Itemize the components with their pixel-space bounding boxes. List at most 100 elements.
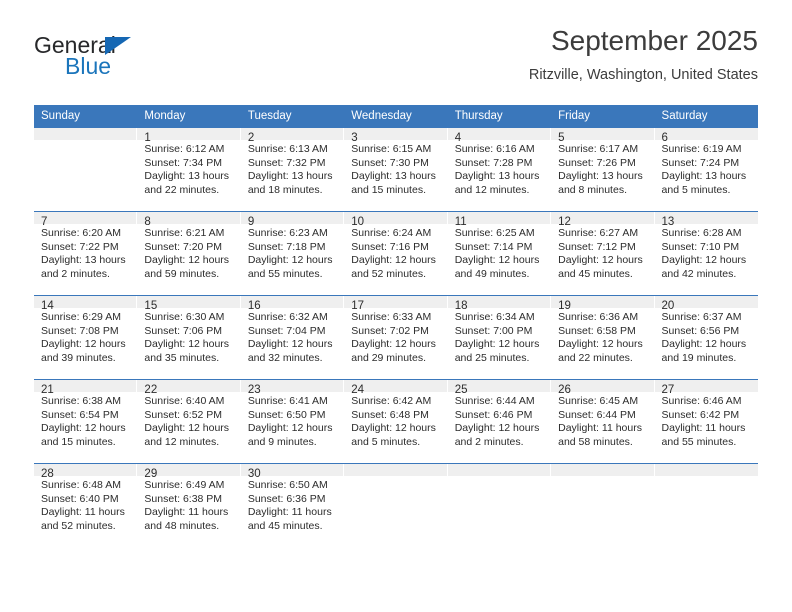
day-cell[interactable]	[551, 463, 655, 547]
daylight-text-line1: Daylight: 12 hours	[144, 338, 230, 351]
day-cell[interactable]: 2 Sunrise: 6:13 AM Sunset: 7:32 PM Dayli…	[240, 128, 345, 212]
day-cell[interactable]	[344, 463, 448, 547]
day-cell[interactable]: 18 Sunrise: 6:34 AM Sunset: 7:00 PM Dayl…	[447, 295, 552, 380]
day-details: Sunrise: 6:45 AM Sunset: 6:44 PM Dayligh…	[551, 392, 654, 449]
daylight-text-line1: Daylight: 13 hours	[661, 170, 747, 183]
page-subtitle: Ritzville, Washington, United States	[528, 67, 758, 83]
weekday-header-saturday: Saturday	[654, 105, 758, 128]
daylight-text-line1: Daylight: 11 hours	[41, 506, 125, 519]
sunrise-text: Sunrise: 6:13 AM	[247, 143, 328, 155]
day-number: 6	[654, 128, 758, 144]
sunrise-text: Sunrise: 6:33 AM	[351, 311, 432, 323]
calendar-body: 1 Sunrise: 6:12 AM Sunset: 7:34 PM Dayli…	[34, 128, 758, 547]
day-number: 10	[344, 212, 448, 228]
daylight-text-line2: and 58 minutes.	[558, 435, 633, 448]
sunset-text: Sunset: 6:36 PM	[247, 492, 326, 505]
daylight-text-line2: and 15 minutes.	[41, 435, 116, 448]
day-cell[interactable]: 14 Sunrise: 6:29 AM Sunset: 7:08 PM Dayl…	[34, 295, 138, 380]
day-number: 8	[137, 212, 241, 228]
daylight-text-line2: and 55 minutes.	[247, 267, 323, 280]
day-number: 29	[137, 464, 241, 480]
day-cell[interactable]: 29 Sunrise: 6:49 AM Sunset: 6:38 PM Dayl…	[137, 463, 241, 547]
sunset-text: Sunset: 7:14 PM	[454, 240, 533, 253]
day-cell[interactable]: 9 Sunrise: 6:23 AM Sunset: 7:18 PM Dayli…	[240, 211, 345, 296]
day-cell[interactable]: 20 Sunrise: 6:37 AM Sunset: 6:56 PM Dayl…	[654, 295, 758, 380]
day-number: 20	[654, 296, 758, 312]
day-cell[interactable]: 27 Sunrise: 6:46 AM Sunset: 6:42 PM Dayl…	[654, 379, 758, 464]
day-number	[551, 464, 655, 476]
day-cell[interactable]: 10 Sunrise: 6:24 AM Sunset: 7:16 PM Dayl…	[344, 211, 448, 296]
sunrise-text: Sunrise: 6:34 AM	[454, 311, 535, 323]
daylight-text-line2: and 25 minutes.	[454, 351, 530, 364]
day-cell[interactable]	[34, 128, 138, 212]
daylight-text-line2: and 32 minutes.	[247, 351, 323, 364]
day-details: Sunrise: 6:50 AM Sunset: 6:36 PM Dayligh…	[241, 476, 344, 533]
day-details: Sunrise: 6:19 AM Sunset: 7:24 PM Dayligh…	[655, 140, 758, 197]
sunset-text: Sunset: 6:56 PM	[661, 324, 740, 337]
calendar-page: General Blue September 2025 Ritzville, W…	[0, 0, 792, 612]
day-number: 19	[551, 296, 655, 312]
day-details: Sunrise: 6:15 AM Sunset: 7:30 PM Dayligh…	[344, 140, 447, 197]
daylight-text-line1: Daylight: 12 hours	[454, 254, 540, 267]
day-number: 7	[34, 212, 138, 228]
day-details: Sunrise: 6:33 AM Sunset: 7:02 PM Dayligh…	[344, 308, 447, 365]
day-cell[interactable]: 7 Sunrise: 6:20 AM Sunset: 7:22 PM Dayli…	[34, 211, 138, 296]
day-cell[interactable]: 16 Sunrise: 6:32 AM Sunset: 7:04 PM Dayl…	[240, 295, 345, 380]
daylight-text-line2: and 52 minutes.	[41, 519, 116, 532]
day-cell[interactable]: 6 Sunrise: 6:19 AM Sunset: 7:24 PM Dayli…	[654, 128, 758, 212]
day-details: Sunrise: 6:37 AM Sunset: 6:56 PM Dayligh…	[655, 308, 758, 365]
sunset-text: Sunset: 7:20 PM	[144, 240, 223, 253]
day-cell[interactable]: 24 Sunrise: 6:42 AM Sunset: 6:48 PM Dayl…	[344, 379, 448, 464]
day-cell[interactable]: 15 Sunrise: 6:30 AM Sunset: 7:06 PM Dayl…	[137, 295, 241, 380]
day-number: 28	[34, 464, 138, 480]
general-blue-logo: General Blue	[34, 32, 244, 88]
day-number: 13	[654, 212, 758, 228]
day-cell[interactable]: 12 Sunrise: 6:27 AM Sunset: 7:12 PM Dayl…	[551, 211, 655, 296]
day-cell[interactable]	[447, 463, 552, 547]
day-number: 15	[137, 296, 241, 312]
day-cell[interactable]: 23 Sunrise: 6:41 AM Sunset: 6:50 PM Dayl…	[240, 379, 345, 464]
day-number: 25	[447, 380, 552, 396]
sunrise-text: Sunrise: 6:12 AM	[144, 143, 225, 155]
day-number: 4	[447, 128, 552, 144]
sunset-text: Sunset: 7:06 PM	[144, 324, 223, 337]
day-cell[interactable]: 30 Sunrise: 6:50 AM Sunset: 6:36 PM Dayl…	[240, 463, 345, 547]
sunset-text: Sunset: 7:04 PM	[247, 324, 326, 337]
day-details	[34, 140, 137, 143]
day-cell[interactable]	[654, 463, 758, 547]
day-cell[interactable]: 26 Sunrise: 6:45 AM Sunset: 6:44 PM Dayl…	[551, 379, 655, 464]
sunset-text: Sunset: 7:00 PM	[454, 324, 533, 337]
day-cell[interactable]: 25 Sunrise: 6:44 AM Sunset: 6:46 PM Dayl…	[447, 379, 552, 464]
day-cell[interactable]: 22 Sunrise: 6:40 AM Sunset: 6:52 PM Dayl…	[137, 379, 241, 464]
day-number: 1	[137, 128, 241, 144]
sunrise-text: Sunrise: 6:46 AM	[661, 395, 742, 407]
weekday-header-friday: Friday	[551, 105, 655, 128]
day-cell[interactable]: 19 Sunrise: 6:36 AM Sunset: 6:58 PM Dayl…	[551, 295, 655, 380]
day-cell[interactable]: 28 Sunrise: 6:48 AM Sunset: 6:40 PM Dayl…	[34, 463, 138, 547]
daylight-text-line1: Daylight: 12 hours	[454, 338, 540, 351]
day-cell[interactable]: 17 Sunrise: 6:33 AM Sunset: 7:02 PM Dayl…	[344, 295, 448, 380]
sunset-text: Sunset: 6:58 PM	[558, 324, 636, 337]
day-cell[interactable]: 8 Sunrise: 6:21 AM Sunset: 7:20 PM Dayli…	[137, 211, 241, 296]
day-cell[interactable]: 13 Sunrise: 6:28 AM Sunset: 7:10 PM Dayl…	[654, 211, 758, 296]
day-cell[interactable]: 3 Sunrise: 6:15 AM Sunset: 7:30 PM Dayli…	[344, 128, 448, 212]
day-number: 16	[240, 296, 345, 312]
day-details: Sunrise: 6:24 AM Sunset: 7:16 PM Dayligh…	[344, 224, 447, 281]
day-number	[654, 464, 758, 476]
daylight-text-line2: and 42 minutes.	[661, 267, 737, 280]
day-number	[447, 464, 552, 476]
day-details: Sunrise: 6:44 AM Sunset: 6:46 PM Dayligh…	[448, 392, 551, 449]
day-cell[interactable]: 11 Sunrise: 6:25 AM Sunset: 7:14 PM Dayl…	[447, 211, 552, 296]
sunrise-text: Sunrise: 6:15 AM	[351, 143, 432, 155]
daylight-text-line2: and 52 minutes.	[351, 267, 426, 280]
day-details: Sunrise: 6:28 AM Sunset: 7:10 PM Dayligh…	[655, 224, 758, 281]
day-cell[interactable]: 5 Sunrise: 6:17 AM Sunset: 7:26 PM Dayli…	[551, 128, 655, 212]
day-details	[551, 476, 654, 479]
day-cell[interactable]: 1 Sunrise: 6:12 AM Sunset: 7:34 PM Dayli…	[137, 128, 241, 212]
day-details: Sunrise: 6:40 AM Sunset: 6:52 PM Dayligh…	[137, 392, 240, 449]
day-cell[interactable]: 21 Sunrise: 6:38 AM Sunset: 6:54 PM Dayl…	[34, 379, 138, 464]
day-cell[interactable]: 4 Sunrise: 6:16 AM Sunset: 7:28 PM Dayli…	[447, 128, 552, 212]
day-details: Sunrise: 6:17 AM Sunset: 7:26 PM Dayligh…	[551, 140, 654, 197]
daylight-text-line2: and 45 minutes.	[558, 267, 633, 280]
sunset-text: Sunset: 7:32 PM	[247, 156, 326, 169]
